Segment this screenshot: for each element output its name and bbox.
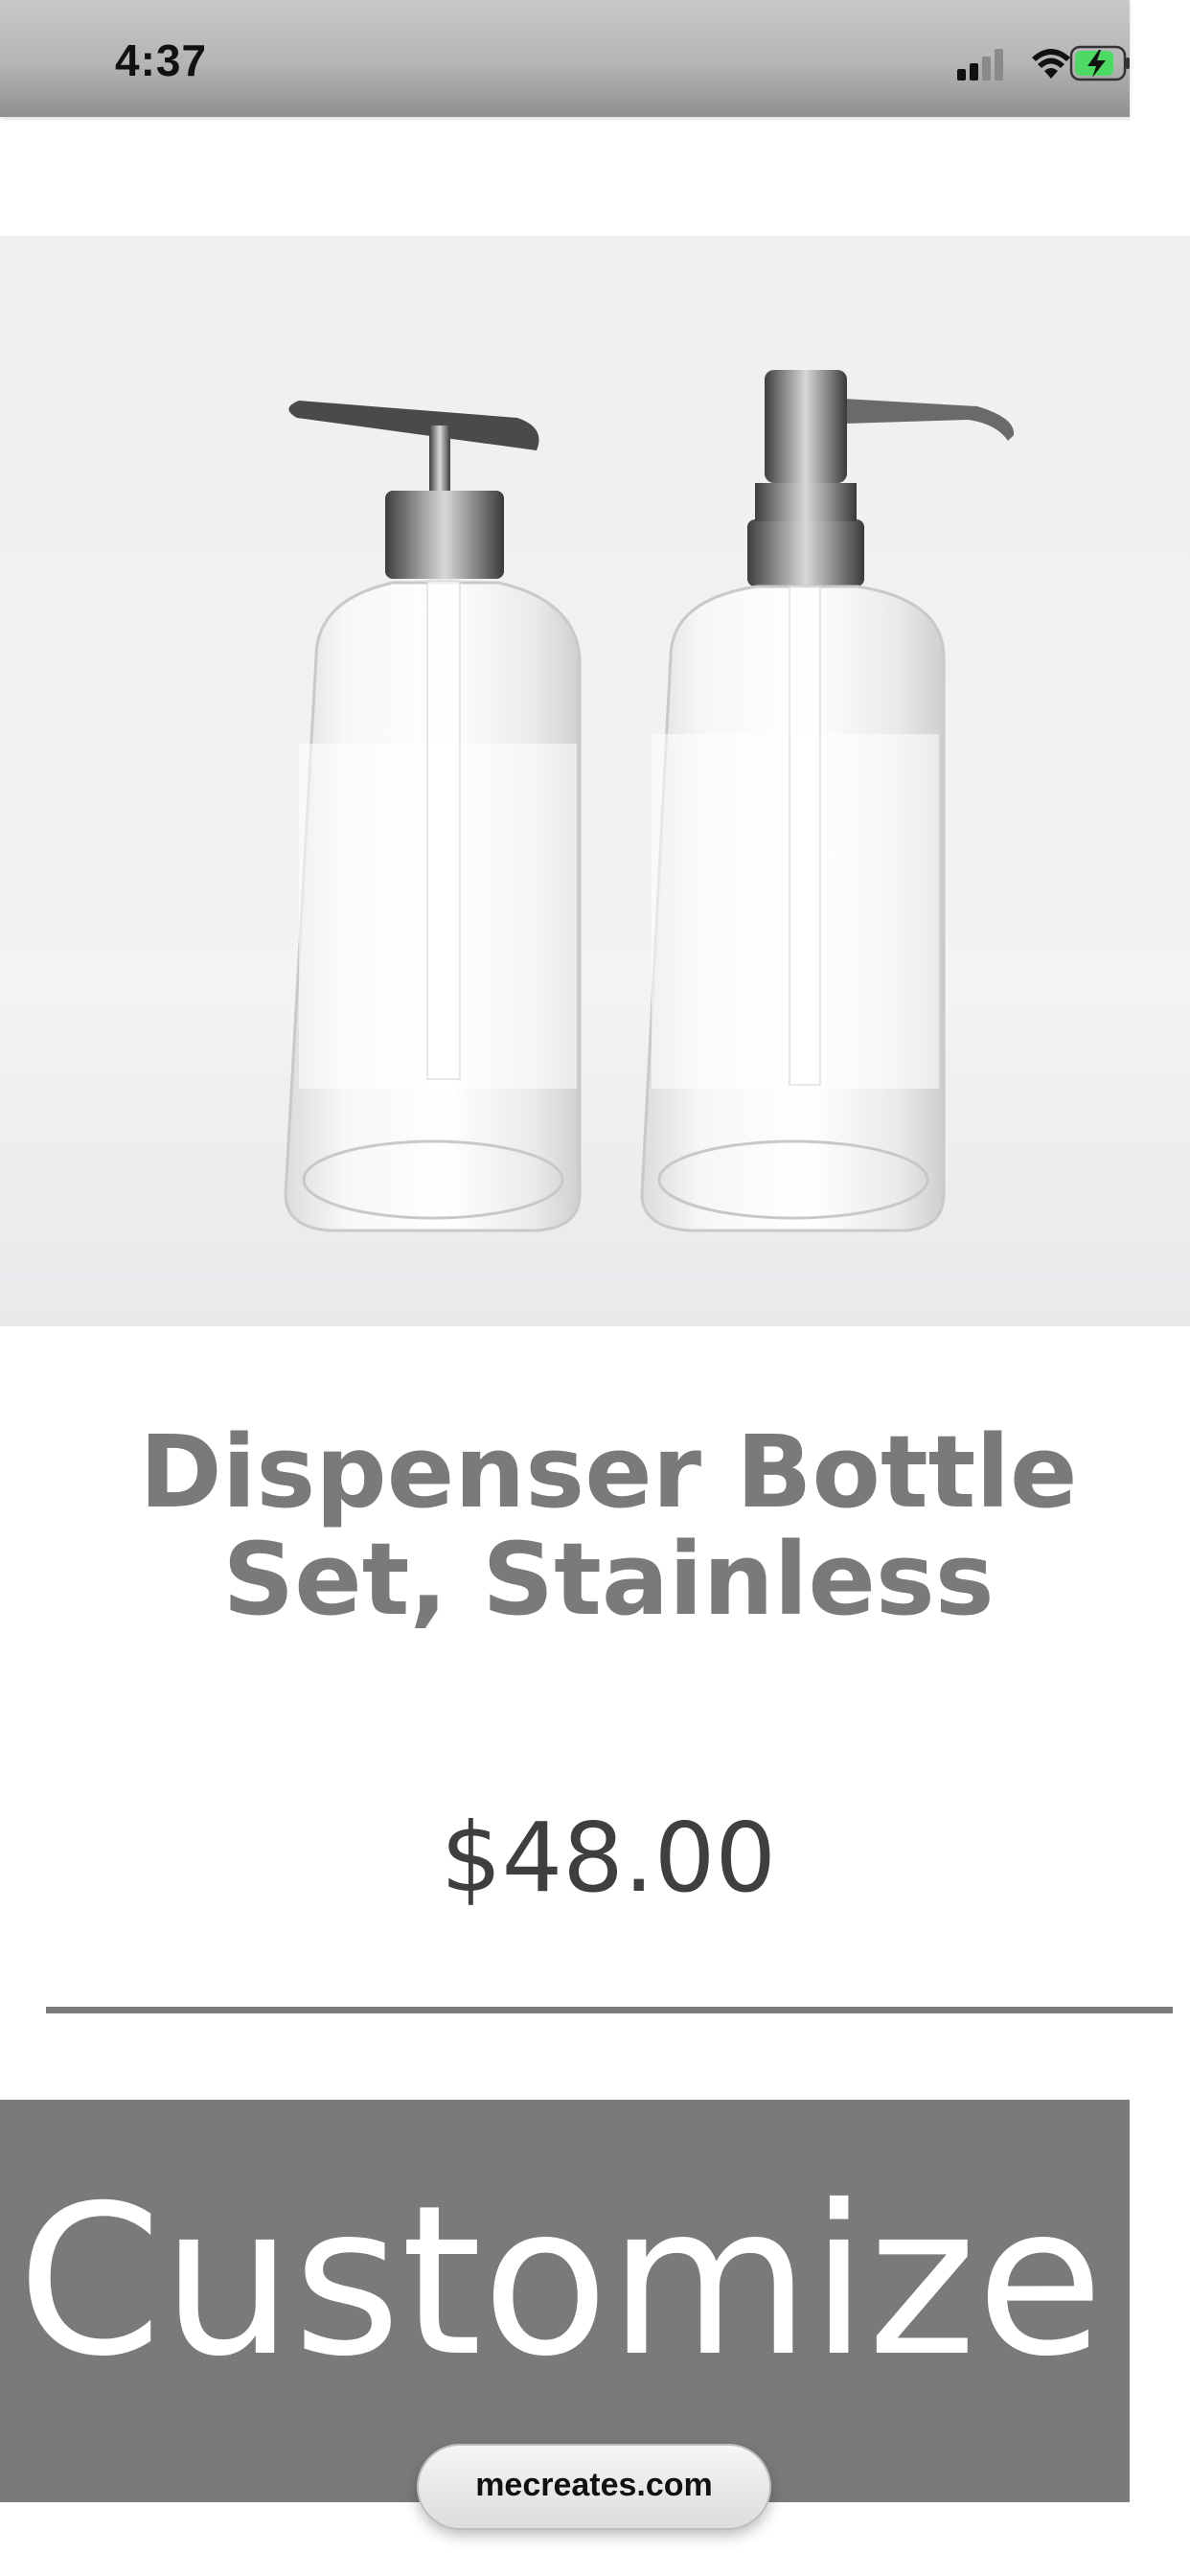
status-icons [881,44,1130,82]
product-title: Dispenser Bottle Set, Stainless [139,1414,1078,1638]
product-page: 4:37 Dispenser Bottle Set, Stainless $48… [0,0,1190,2576]
divider [46,2007,1173,2013]
dispenser-bottles-image [0,236,1190,1326]
wifi-icon [1032,49,1070,79]
customize-button-label: Customize [17,2161,1104,2402]
status-time: 4:37 [115,35,208,85]
customize-button[interactable]: Customize [0,2100,1130,2502]
status-icons-svg [957,45,1130,81]
battery-charging-icon [1069,45,1130,81]
status-bar: 4:37 [0,0,1130,117]
browser-url-pill[interactable]: mecreates.com [417,2444,771,2530]
product-price: $48.00 [441,1802,776,1914]
cellular-signal-icon [957,49,1003,80]
browser-url-text: mecreates.com [475,2467,713,2503]
